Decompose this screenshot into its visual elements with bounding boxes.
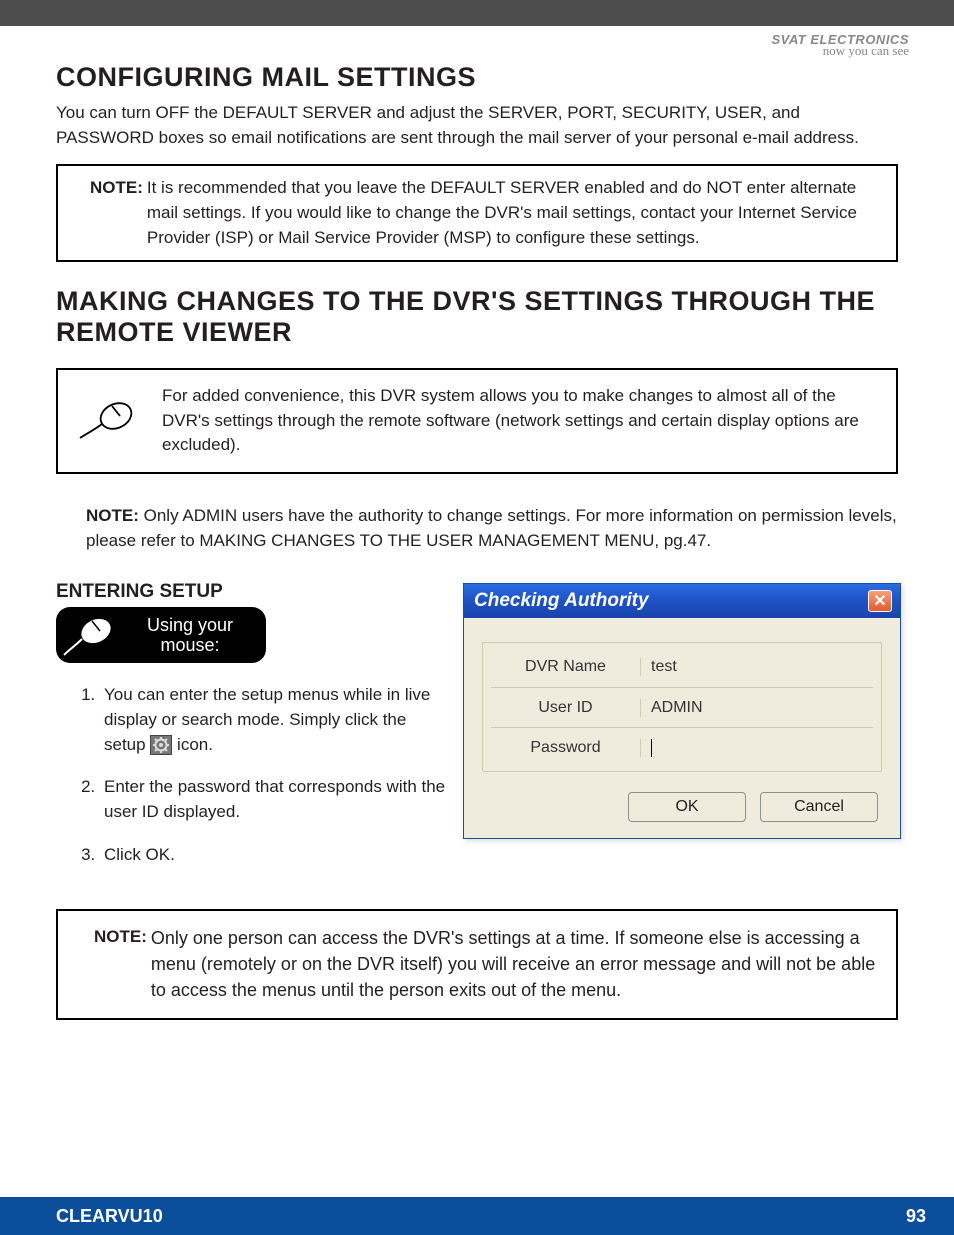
dialog-buttons: OK Cancel (482, 792, 882, 822)
ok-button[interactable]: OK (628, 792, 746, 822)
mouse-icon (76, 398, 138, 445)
convenience-box: For added convenience, this DVR system a… (56, 368, 898, 474)
steps-list: You can enter the setup menus while in l… (56, 683, 451, 867)
cancel-button[interactable]: Cancel (760, 792, 878, 822)
checking-authority-dialog: Checking Authority ✕ DVR Name test User … (463, 583, 901, 839)
heading-remote-viewer: MAKING CHANGES TO THE DVR'S SETTINGS THR… (56, 286, 898, 348)
row-dvr-name: DVR Name test (491, 647, 873, 687)
note-label: NOTE: (72, 176, 147, 250)
note-box-single-access: NOTE: Only one person can access the DVR… (56, 909, 898, 1019)
entering-setup-row: ENTERING SETUP Using your mouse: You can (56, 581, 898, 885)
step-2: Enter the password that corresponds with… (100, 775, 451, 824)
value-dvr-name[interactable]: test (641, 658, 873, 676)
row-user-id: User ID ADMIN (491, 687, 873, 727)
label-dvr-name: DVR Name (491, 658, 641, 676)
entering-setup-right: Checking Authority ✕ DVR Name test User … (463, 581, 901, 885)
heading-entering-setup: ENTERING SETUP (56, 581, 451, 603)
admin-note: NOTE: Only ADMIN users have the authorit… (56, 504, 898, 553)
step-1: You can enter the setup menus while in l… (100, 683, 451, 757)
dialog-title-text: Checking Authority (474, 590, 649, 612)
note-text: It is recommended that you leave the DEF… (147, 176, 882, 250)
close-icon: ✕ (873, 591, 886, 611)
dialog-fields: DVR Name test User ID ADMIN Password (482, 642, 882, 772)
note-box-mail: NOTE: It is recommended that you leave t… (56, 164, 898, 262)
row-password: Password (491, 727, 873, 767)
dialog-body: DVR Name test User ID ADMIN Password (464, 618, 900, 838)
footer-page-number: 93 (906, 1206, 926, 1227)
page-footer: CLEARVU10 93 (0, 1197, 954, 1235)
top-bar (0, 0, 954, 26)
page-content: CONFIGURING MAIL SETTINGS You can turn O… (0, 26, 954, 1020)
note-label: NOTE: (86, 506, 139, 525)
heading-mail-settings: CONFIGURING MAIL SETTINGS (56, 62, 898, 93)
step-3: Click OK. (100, 843, 451, 868)
brand-block: SVAT ELECTRONICS now you can see (771, 32, 909, 59)
note-text: Only one person can access the DVR's set… (151, 925, 878, 1003)
gear-icon (150, 735, 172, 755)
password-input[interactable] (641, 739, 873, 757)
footer-product: CLEARVU10 (56, 1206, 163, 1227)
entering-setup-left: ENTERING SETUP Using your mouse: You can (56, 581, 451, 885)
close-button[interactable]: ✕ (868, 590, 892, 612)
using-mouse-pill: Using your mouse: (56, 607, 266, 663)
text-caret (651, 739, 652, 757)
using-mouse-text: Using your mouse: (128, 615, 252, 656)
label-user-id: User ID (491, 699, 641, 717)
mail-intro-text: You can turn OFF the DEFAULT SERVER and … (56, 101, 898, 150)
mouse-icon (62, 613, 118, 657)
convenience-text: For added convenience, this DVR system a… (162, 384, 878, 458)
value-user-id[interactable]: ADMIN (641, 699, 873, 717)
note-text: Only ADMIN users have the authority to c… (86, 506, 897, 550)
label-password: Password (491, 739, 641, 757)
note-label: NOTE: (76, 925, 151, 1003)
dialog-titlebar: Checking Authority ✕ (464, 584, 900, 618)
